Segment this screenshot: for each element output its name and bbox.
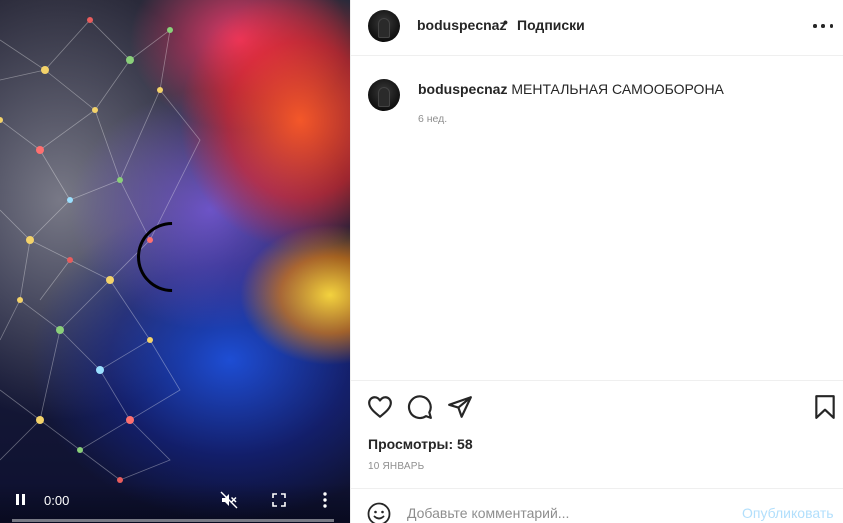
caption-time-ago[interactable]: 6 нед. (418, 113, 447, 125)
publish-button[interactable]: Опубликовать (742, 505, 834, 521)
pause-icon (15, 493, 19, 505)
comment-input[interactable] (407, 503, 727, 523)
video-more-button[interactable] (318, 490, 332, 510)
caption-text: МЕНТАЛЬНАЯ САМООБОРОНА (511, 81, 724, 97)
video-time: 0:00 (44, 493, 70, 508)
caption-line: boduspecnaz МЕНТАЛЬНАЯ САМООБОРОНА (418, 81, 724, 97)
comment-box: Опубликовать (351, 488, 843, 523)
video-progress-bar[interactable] (12, 519, 334, 522)
caption-username[interactable]: boduspecnaz (418, 81, 507, 97)
like-button[interactable] (367, 394, 393, 420)
post-header: boduspecnaz • Подписки (351, 0, 843, 56)
following-button[interactable]: Подписки (517, 17, 585, 33)
pause-button[interactable] (12, 491, 28, 507)
heart-icon (368, 396, 392, 418)
caption-avatar[interactable] (368, 79, 400, 111)
post-date[interactable]: 10 ЯНВАРЬ (368, 461, 424, 472)
mute-button[interactable] (219, 490, 239, 510)
more-vertical-icon (323, 492, 327, 508)
fullscreen-icon (272, 493, 286, 507)
avatar[interactable] (368, 10, 400, 42)
actions-section: Просмотры: 58 10 ЯНВАРЬ (351, 380, 843, 488)
fullscreen-button[interactable] (270, 491, 288, 509)
more-horizontal-icon (813, 24, 817, 28)
share-icon (448, 396, 472, 418)
header-username[interactable]: boduspecnaz (417, 17, 506, 33)
video-player[interactable]: 0:00 (0, 0, 350, 523)
bookmark-icon (815, 395, 835, 419)
video-controls: 0:00 (0, 483, 350, 523)
post-panel: boduspecnaz • Подписки boduspecnaz МЕНТА… (350, 0, 843, 523)
comment-button[interactable] (407, 394, 433, 420)
mute-icon (220, 491, 238, 509)
header-separator: • (503, 14, 508, 30)
share-button[interactable] (447, 394, 473, 420)
comment-icon (407, 395, 432, 420)
more-options-button[interactable] (813, 18, 833, 34)
views-count[interactable]: Просмотры: 58 (368, 436, 473, 452)
caption-section: boduspecnaz МЕНТАЛЬНАЯ САМООБОРОНА 6 нед… (351, 56, 843, 380)
emoji-icon (367, 502, 391, 523)
save-button[interactable] (812, 394, 838, 420)
emoji-button[interactable] (367, 502, 391, 523)
